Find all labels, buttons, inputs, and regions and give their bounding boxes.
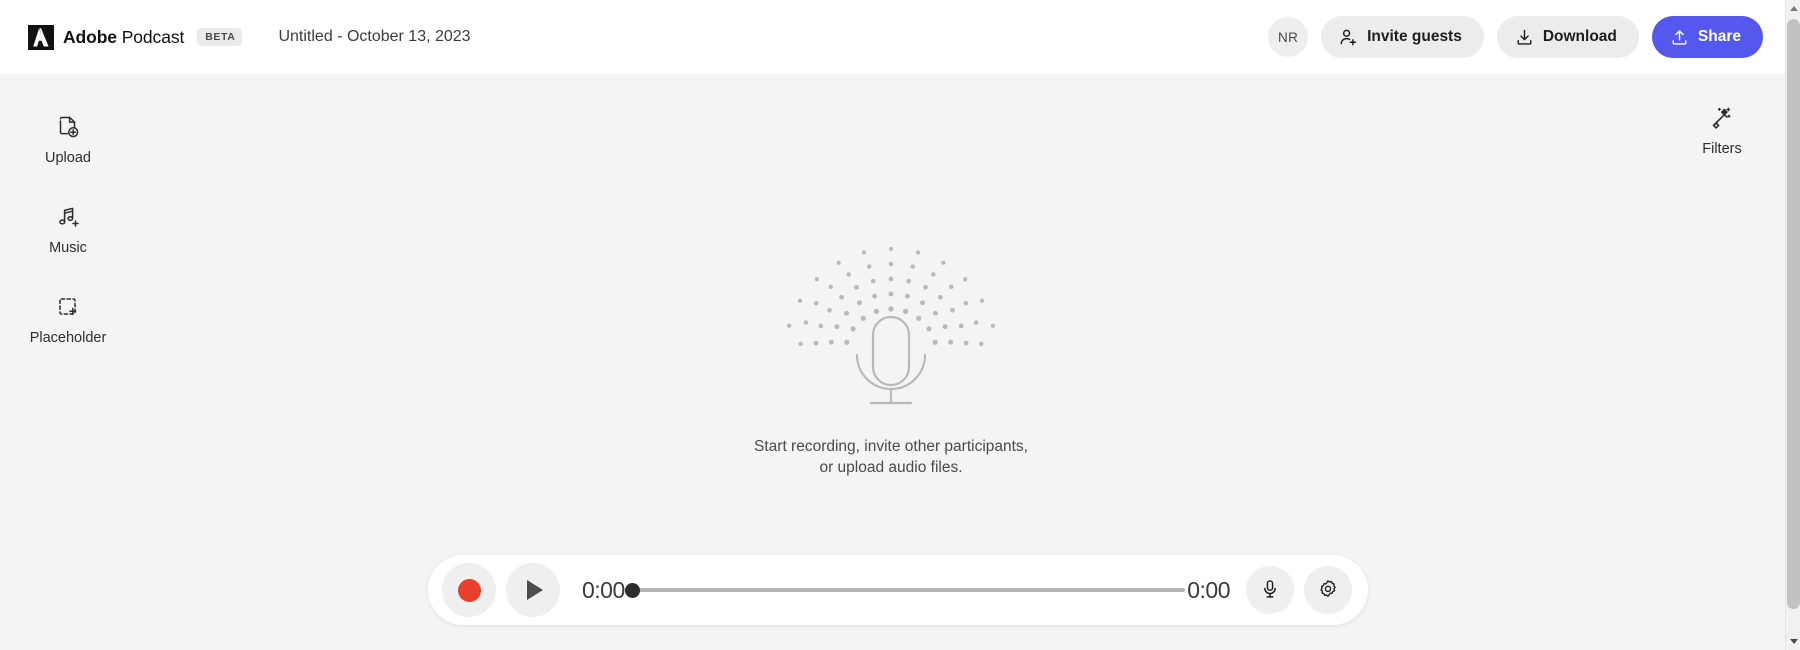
rail-label-upload: Upload (45, 150, 91, 166)
scrubber-handle[interactable] (624, 582, 640, 598)
file-add-icon (53, 112, 83, 142)
rail-label-music: Music (49, 240, 87, 256)
total-time-label: 0:00 (1187, 576, 1230, 603)
download-button[interactable]: Download (1496, 16, 1639, 58)
empty-state-text: Start recording, invite other participan… (754, 437, 1028, 479)
vertical-scrollbar[interactable] (1785, 0, 1800, 650)
player-bar: 0:00 0:00 (428, 555, 1368, 625)
scroll-down-arrow-icon[interactable] (1786, 633, 1800, 650)
rail-item-music[interactable]: Music (16, 194, 120, 262)
left-tool-rail: Upload Music Placeholder (0, 74, 136, 352)
brand-light: Podcast (116, 26, 185, 47)
brand-title: Adobe Podcast (63, 27, 184, 48)
share-button[interactable]: Share (1651, 16, 1763, 58)
play-triangle-icon (527, 580, 543, 600)
music-note-add-icon (53, 202, 83, 232)
download-label: Download (1542, 28, 1617, 45)
settings-button[interactable] (1304, 566, 1352, 614)
player-right-controls (1246, 566, 1352, 614)
empty-state-line-1: Start recording, invite other participan… (754, 438, 1028, 456)
adobe-logo-icon (28, 24, 54, 50)
microphone-with-sound-dots-icon (761, 205, 1021, 415)
beta-badge: BETA (197, 28, 243, 46)
magic-wand-icon (1707, 104, 1737, 134)
microphone-button[interactable] (1246, 566, 1294, 614)
document-title[interactable]: Untitled - October 13, 2023 (278, 28, 470, 46)
record-circle-icon (457, 578, 481, 602)
scrollbar-thumb[interactable] (1787, 19, 1800, 609)
record-button[interactable] (442, 563, 496, 617)
rail-label-filters: Filters (1702, 141, 1742, 157)
app-header: Adobe Podcast BETA Untitled - October 13… (0, 0, 1785, 74)
dashed-box-add-icon (53, 292, 83, 322)
rail-item-placeholder[interactable]: Placeholder (16, 284, 120, 352)
empty-state-line-2: or upload audio files. (819, 459, 963, 476)
header-actions: NR Invite guests Download Share (1268, 16, 1763, 58)
playback-scrubber[interactable] (624, 580, 1186, 600)
current-time-label: 0:00 (582, 576, 625, 603)
download-icon (1515, 28, 1534, 47)
rail-item-upload[interactable]: Upload (16, 104, 120, 172)
share-upload-icon (1670, 28, 1689, 47)
scroll-up-arrow-icon[interactable] (1786, 0, 1800, 17)
scrubber-track (626, 588, 1186, 592)
play-button[interactable] (506, 563, 560, 617)
add-person-icon (1339, 28, 1358, 47)
rail-item-filters[interactable]: Filters (1674, 104, 1770, 157)
brand-bold: Adobe (63, 26, 117, 47)
brand[interactable]: Adobe Podcast BETA (28, 24, 243, 50)
avatar[interactable]: NR (1268, 17, 1309, 57)
app-root: Adobe Podcast BETA Untitled - October 13… (0, 0, 1800, 650)
share-label: Share (1697, 28, 1741, 45)
gear-icon (1317, 578, 1339, 603)
microphone-icon (1259, 578, 1281, 603)
invite-guests-label: Invite guests (1367, 28, 1462, 45)
rail-label-placeholder: Placeholder (29, 330, 107, 346)
invite-guests-button[interactable]: Invite guests (1321, 16, 1484, 58)
